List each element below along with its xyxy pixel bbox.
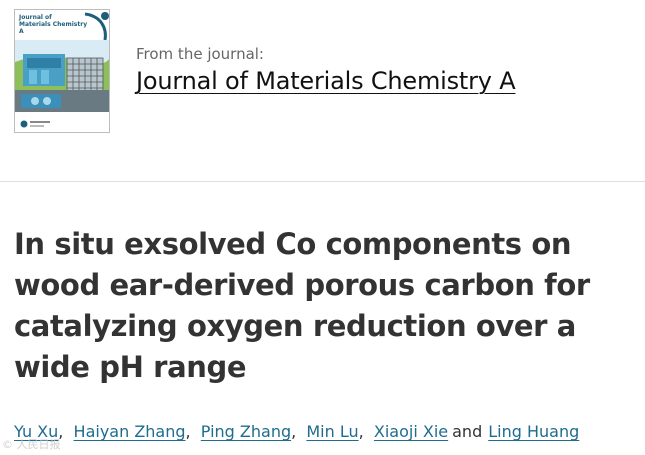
- cover-title-line1: Journal of: [19, 14, 52, 21]
- journal-cover-image[interactable]: Journal of Materials Chemistry A: [14, 9, 110, 133]
- author-link[interactable]: Ling Huang: [488, 422, 579, 441]
- journal-name-link[interactable]: Journal of Materials Chemistry A: [136, 67, 516, 95]
- author-conjunction: and: [452, 422, 483, 441]
- author-separator: ,: [291, 422, 297, 441]
- author-link[interactable]: Haiyan Zhang: [74, 422, 186, 441]
- journal-header: Journal of Materials Chemistry A From th…: [0, 0, 645, 181]
- author-separator: ,: [185, 422, 191, 441]
- author-link[interactable]: Xiaoji Xie: [374, 422, 448, 441]
- author-separator: ,: [358, 422, 364, 441]
- author-link[interactable]: Ping Zhang: [201, 422, 291, 441]
- cover-title-line2: Materials Chemistry A: [19, 21, 88, 35]
- author-link[interactable]: Min Lu: [306, 422, 358, 441]
- author-list: Yu Xu, Haiyan Zhang, Ping Zhang, Min Lu,…: [14, 422, 645, 442]
- from-journal-label: From the journal:: [136, 45, 264, 63]
- watermark: © 人民日报: [2, 438, 61, 451]
- article-title: In situ exsolved Co components on wood e…: [14, 227, 590, 384]
- cover-title: Journal of Materials Chemistry A: [19, 14, 89, 35]
- header-divider: [0, 181, 645, 182]
